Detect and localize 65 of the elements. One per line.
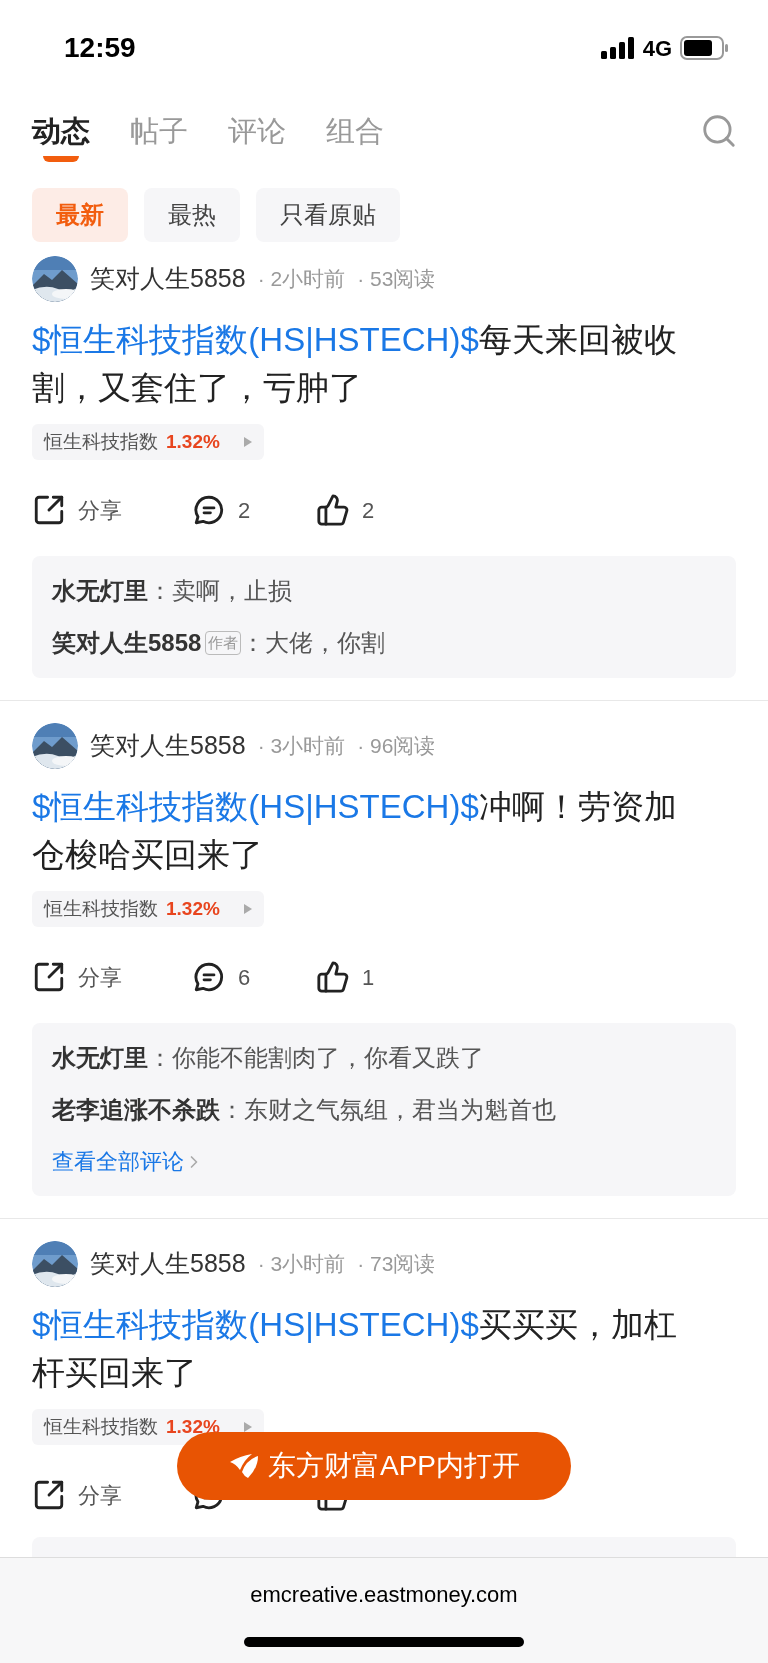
commenter-name[interactable]: 笑对人生5858 xyxy=(52,626,202,660)
read-count: · 73阅读 xyxy=(357,1251,436,1278)
read-count: · 53阅读 xyxy=(357,266,436,293)
author-name[interactable]: 笑对人生5858 xyxy=(90,260,246,298)
share-icon[interactable] xyxy=(32,960,66,994)
view-all-comments-link[interactable]: 查看全部评论 xyxy=(52,1145,184,1178)
colon-mark: ： xyxy=(148,1043,172,1073)
signal-icon xyxy=(600,37,635,59)
stock-link[interactable]: $恒生科技指数(HS|HSTECH)$ xyxy=(32,788,479,825)
app-logo-icon xyxy=(228,1452,260,1480)
stock-name: 恒生科技指数 xyxy=(44,896,158,921)
filter-chip[interactable]: 只看原贴 xyxy=(256,188,400,242)
like-icon[interactable] xyxy=(316,493,350,527)
post-text: $恒生科技指数(HS|HSTECH)$买买买，加杠杆买回来了 xyxy=(32,1305,678,1393)
read-count: · 96阅读 xyxy=(357,733,436,760)
like-icon[interactable] xyxy=(316,960,350,994)
share-label[interactable]: 分享 xyxy=(78,960,122,994)
stock-change: 1.32% xyxy=(166,896,220,921)
like-count: 1 xyxy=(362,963,375,992)
filter-chip[interactable]: 最热 xyxy=(144,188,240,242)
stock-name: 恒生科技指数 xyxy=(44,429,158,454)
stock-name: 恒生科技指数 xyxy=(44,1414,158,1439)
post-time: · 2小时前 xyxy=(257,266,346,293)
status-time: 12:59 xyxy=(64,31,136,65)
commenter-name[interactable]: 水无灯里 xyxy=(52,574,148,608)
author-badge: 作者 xyxy=(205,631,242,655)
post-text: $恒生科技指数(HS|HSTECH)$每天来回被收割，又套住了，亏肿了 xyxy=(32,320,678,408)
share-label[interactable]: 分享 xyxy=(78,1478,122,1512)
comment-text: 东财之气氛组，君当为魁首也 xyxy=(244,1095,556,1125)
author-name[interactable]: 笑对人生5858 xyxy=(90,727,246,765)
share-icon[interactable] xyxy=(32,493,66,527)
stock-tag[interactable]: 恒生科技指数 1.32% xyxy=(32,424,264,460)
battery-icon xyxy=(680,36,728,60)
stock-tag[interactable]: 恒生科技指数 1.32% xyxy=(32,891,264,927)
triangle-icon xyxy=(243,904,252,914)
stock-tag[interactable]: 恒生科技指数 1.32% xyxy=(32,1409,264,1445)
colon-mark: ： xyxy=(241,628,266,658)
colon-mark: ： xyxy=(148,576,172,606)
comment-icon[interactable] xyxy=(192,960,226,994)
post-time: · 3小时前 xyxy=(257,733,346,760)
share-label[interactable]: 分享 xyxy=(78,493,122,527)
tab[interactable]: 动态 xyxy=(32,110,90,162)
post-time: · 3小时前 xyxy=(257,1251,346,1278)
commenter-name[interactable]: 水无灯里 xyxy=(52,1041,148,1075)
post-text: $恒生科技指数(HS|HSTECH)$冲啊！劳资加仓梭哈买回来了 xyxy=(32,787,678,875)
comment-count: 2 xyxy=(238,496,251,525)
share-icon[interactable] xyxy=(32,1478,66,1512)
colon-mark: ： xyxy=(220,1095,244,1125)
url-text[interactable]: emcreative.eastmoney.com xyxy=(250,1578,518,1611)
comment-text: 卖啊，止损 xyxy=(172,576,292,606)
triangle-icon xyxy=(243,437,252,447)
stock-change: 1.32% xyxy=(166,429,220,454)
search-icon[interactable] xyxy=(700,112,738,150)
like-count: 2 xyxy=(362,496,375,525)
comment-text: 大佬，你割 xyxy=(265,628,386,658)
triangle-icon xyxy=(243,1422,252,1432)
stock-link[interactable]: $恒生科技指数(HS|HSTECH)$ xyxy=(32,1306,479,1343)
network-type: 4G xyxy=(642,34,672,63)
commenter-name[interactable]: 老李追涨不杀跌 xyxy=(52,1093,220,1127)
open-in-app-toast[interactable]: 东方财富APP内打开 xyxy=(177,1432,571,1500)
comment-count: 6 xyxy=(238,963,251,992)
author-name[interactable]: 笑对人生5858 xyxy=(90,1245,246,1283)
comment-text: 你能不能割肉了，你看又跌了 xyxy=(172,1043,484,1073)
comment-icon[interactable] xyxy=(192,493,226,527)
stock-link[interactable]: $恒生科技指数(HS|HSTECH)$ xyxy=(32,321,479,358)
